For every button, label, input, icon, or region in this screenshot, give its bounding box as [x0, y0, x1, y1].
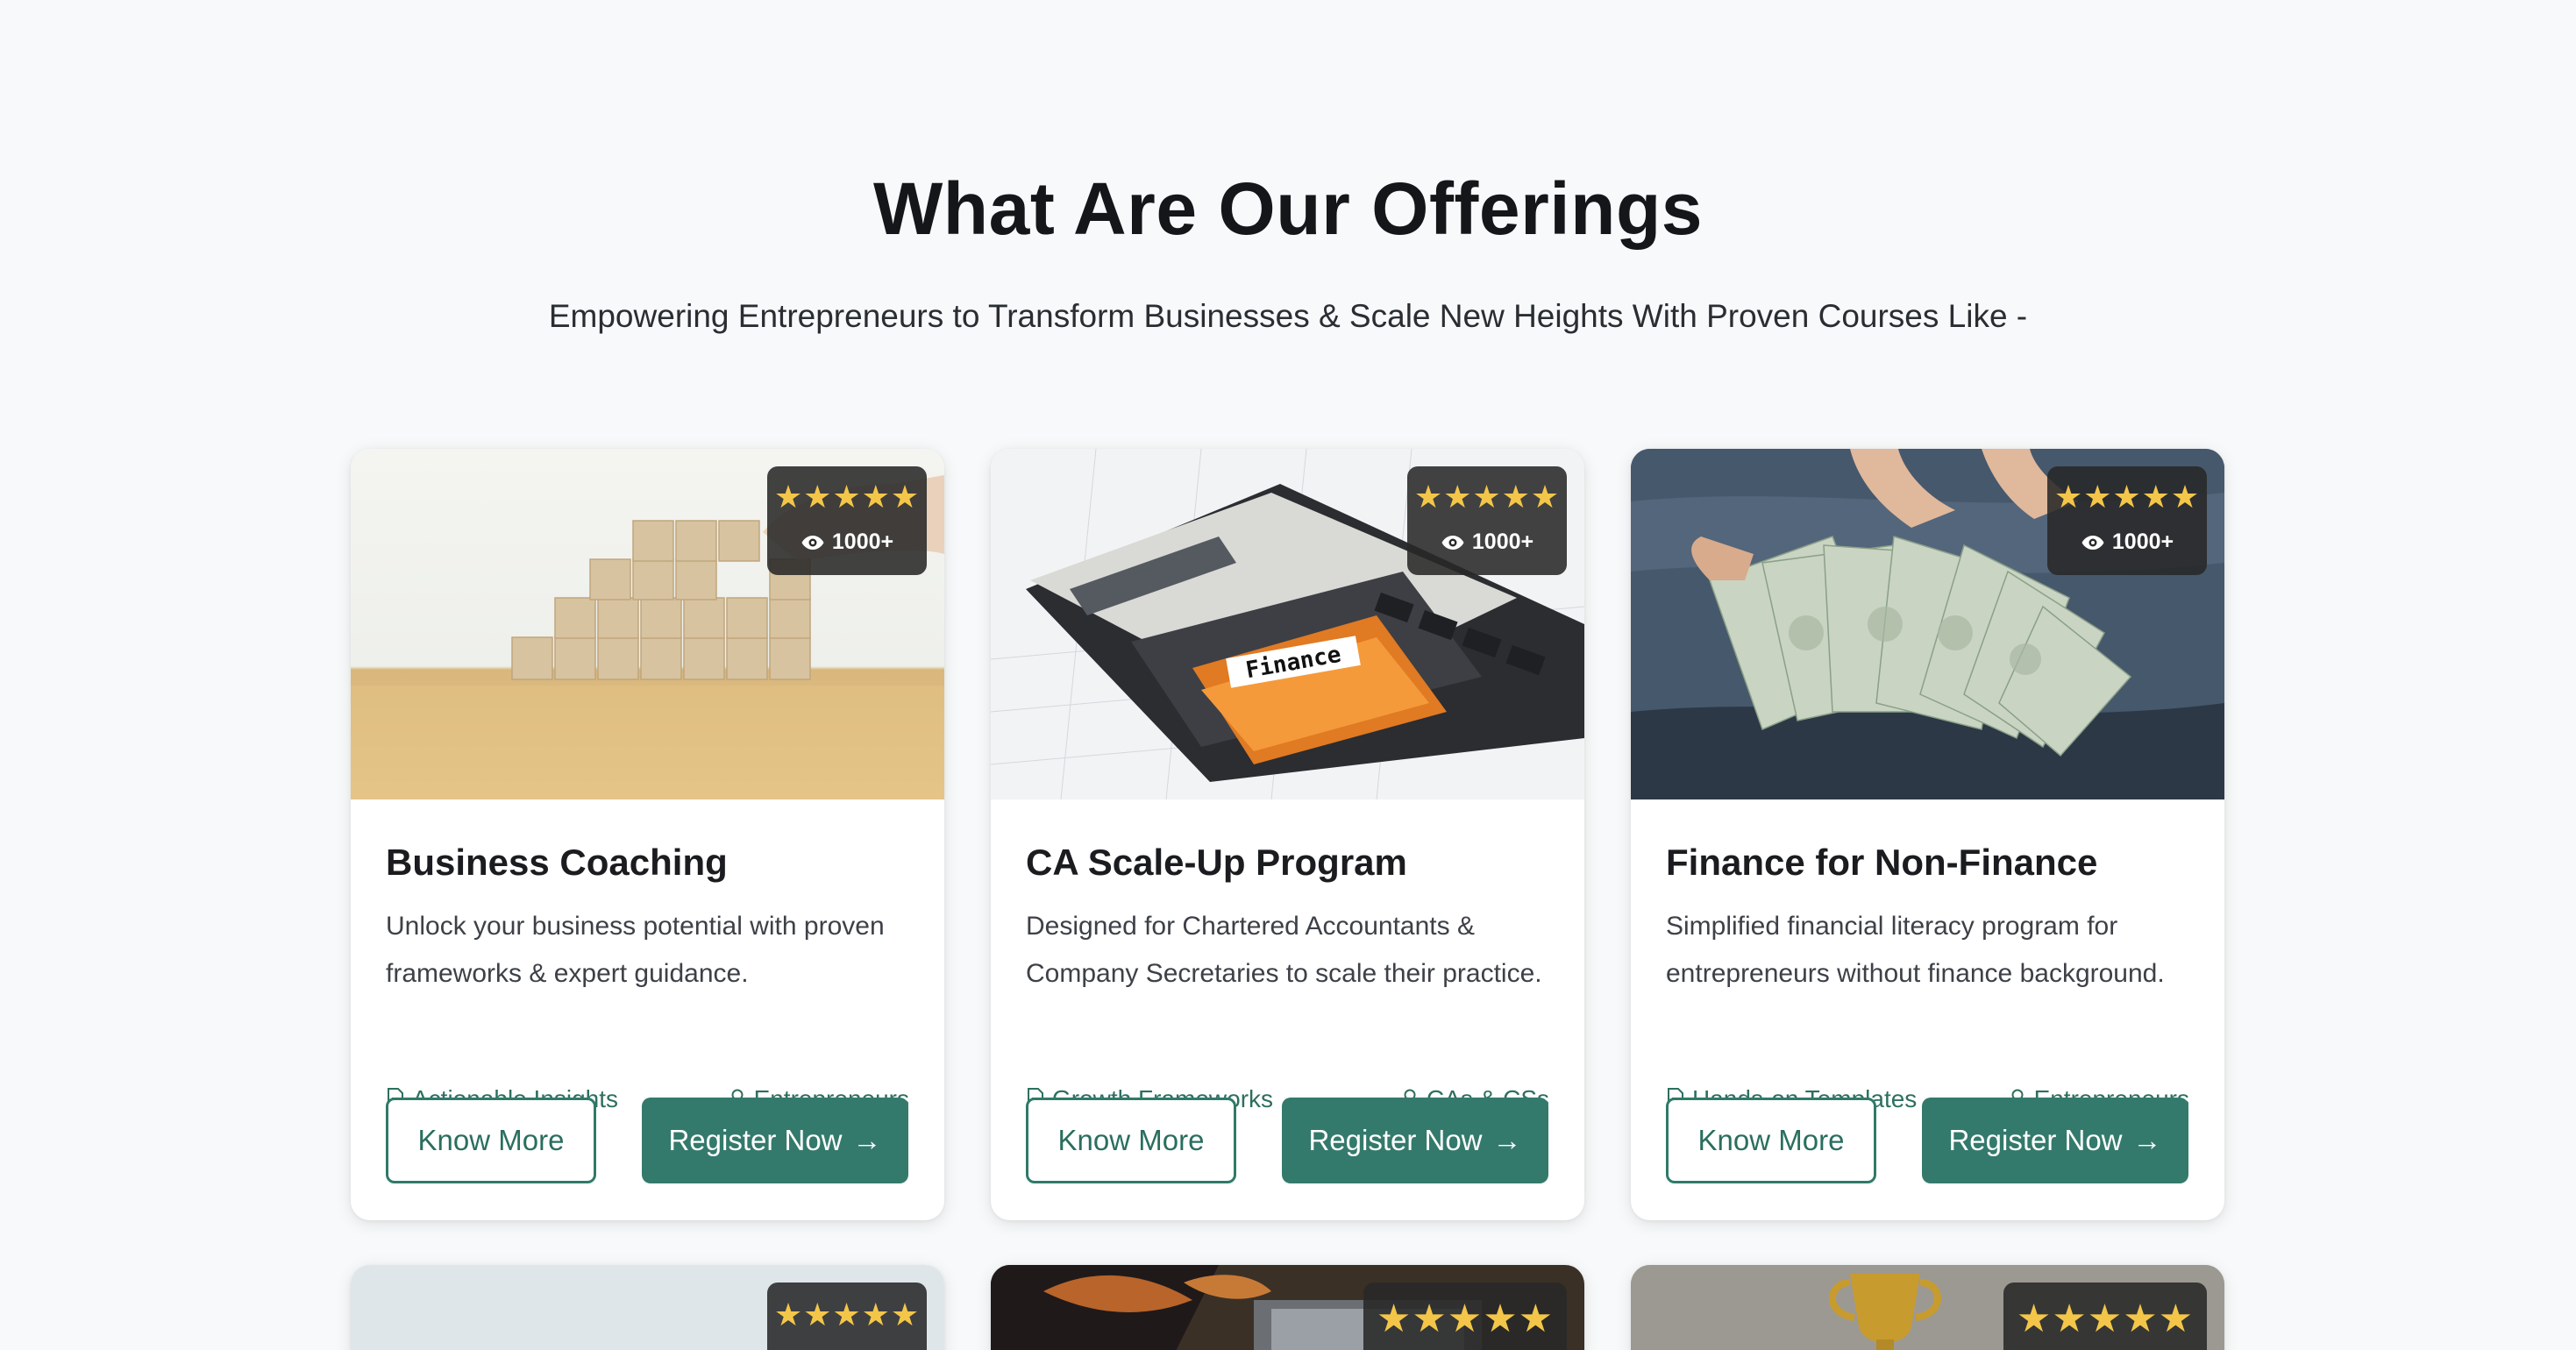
course-card-business-coaching[interactable]: ★★★★★ 1000+ Business Coaching Unlock you…	[351, 449, 944, 1220]
section-subtitle: Empowering Entrepreneurs to Transform Bu…	[548, 298, 2028, 334]
eye-icon	[1441, 535, 1464, 550]
rating-badge: ★★★★★ 1000+	[1407, 466, 1567, 575]
arrow-right-icon: →	[1492, 1124, 1522, 1156]
course-card-ca-scale-up[interactable]: Finance ★★★★★ 1000+ CA Scale-Up Program …	[991, 449, 1584, 1220]
rating-stars: ★★★★★	[773, 479, 921, 515]
rating-stars: ★★★★★	[2053, 479, 2201, 515]
eye-icon	[801, 535, 824, 550]
register-now-label: Register Now	[1308, 1124, 1483, 1156]
rating-stars: ★★★★★	[1413, 479, 1561, 515]
views-label: 1000+	[2111, 529, 2174, 554]
register-now-button[interactable]: Register Now →	[642, 1098, 908, 1183]
rating-badge: ★★★★★	[2003, 1282, 2207, 1350]
course-description: Simplified financial literacy program fo…	[1666, 912, 2165, 988]
course-image-cash-in-hands: ★★★★★ 1000+	[1631, 449, 2224, 799]
arrow-right-icon: →	[852, 1124, 882, 1156]
register-now-label: Register Now	[1948, 1124, 2123, 1156]
register-now-button[interactable]: Register Now →	[1282, 1098, 1548, 1183]
course-card-row2-1[interactable]: ★★★★★	[351, 1265, 944, 1350]
rating-stars: ★★★★★	[1376, 1297, 1555, 1340]
course-card-row2-2[interactable]: ★★★★★	[991, 1265, 1584, 1350]
register-now-button[interactable]: Register Now →	[1922, 1098, 2188, 1183]
know-more-button[interactable]: Know More	[1666, 1098, 1876, 1183]
course-title[interactable]: Finance for Non-Finance	[1666, 842, 2097, 884]
views-label: 1000+	[1471, 529, 1534, 554]
offerings-page: What Are Our Offerings Empowering Entrep…	[0, 0, 2576, 1350]
rating-badge: ★★★★★	[1363, 1282, 1567, 1350]
course-card-finance-for-non-finance[interactable]: ★★★★★ 1000+ Finance for Non-Finance Simp…	[1631, 449, 2224, 1220]
course-image-wooden-blocks: ★★★★★ 1000+	[351, 449, 944, 799]
arrow-right-icon: →	[2132, 1124, 2162, 1156]
register-now-label: Register Now	[668, 1124, 843, 1156]
rating-badge: ★★★★★ 1000+	[767, 466, 927, 575]
rating-badge: ★★★★★ 1000+	[2047, 466, 2207, 575]
course-title[interactable]: CA Scale-Up Program	[1026, 842, 1407, 884]
eye-icon	[2081, 535, 2104, 550]
views-count: 1000+	[767, 529, 927, 555]
views-label: 1000+	[831, 529, 894, 554]
rating-stars: ★★★★★	[773, 1297, 921, 1332]
views-count: 1000+	[2047, 529, 2207, 555]
know-more-button[interactable]: Know More	[1026, 1098, 1236, 1183]
course-title[interactable]: Business Coaching	[386, 842, 728, 884]
know-more-button[interactable]: Know More	[386, 1098, 596, 1183]
views-count: 1000+	[1407, 529, 1567, 555]
rating-stars: ★★★★★	[2016, 1297, 2195, 1340]
course-description: Designed for Chartered Accountants & Com…	[1026, 912, 1542, 988]
section-title: What Are Our Offerings	[873, 167, 1703, 250]
course-description: Unlock your business potential with prov…	[386, 912, 885, 988]
course-image-finance-calculator: Finance ★★★★★ 1000+	[991, 449, 1584, 799]
rating-badge: ★★★★★	[767, 1282, 927, 1350]
course-card-row2-3[interactable]: ★★★★★	[1631, 1265, 2224, 1350]
